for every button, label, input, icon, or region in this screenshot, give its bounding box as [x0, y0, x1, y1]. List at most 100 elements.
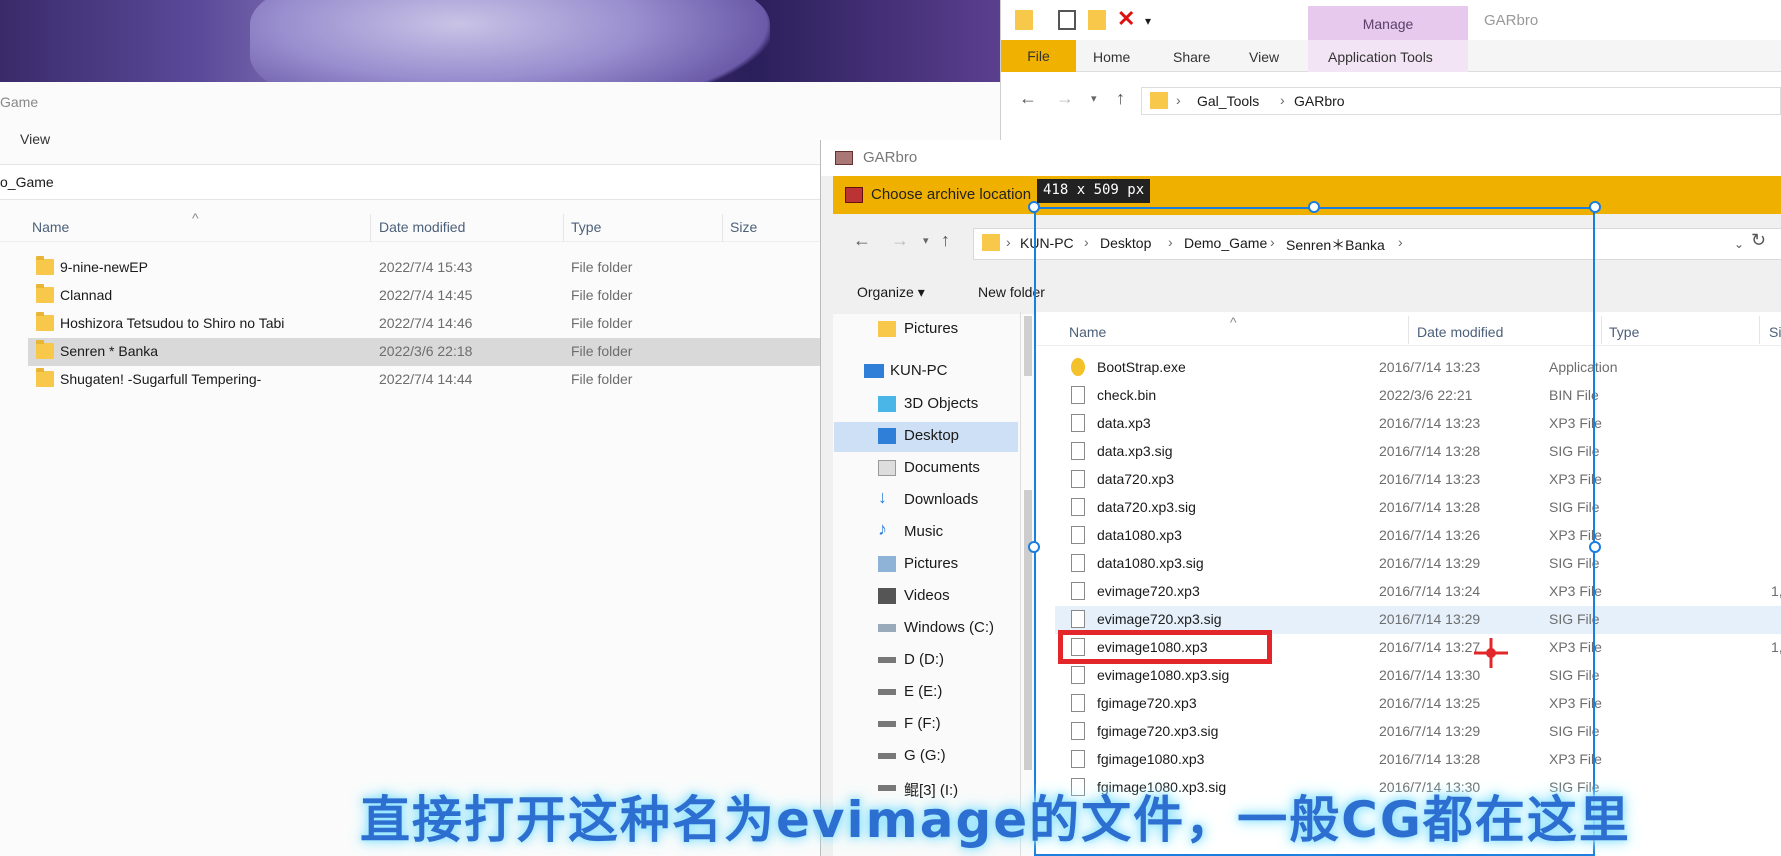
organize-button[interactable]: Organize ▾ [857, 284, 925, 301]
col-type[interactable]: Type [1609, 324, 1639, 340]
up-icon[interactable]: ↑ [941, 230, 950, 251]
breadcrumb-item[interactable]: Gal_Tools [1197, 93, 1259, 109]
sort-arrow-icon: ^ [192, 210, 199, 226]
address-dropdown-icon[interactable]: ⌄ [1734, 237, 1744, 251]
nav-label: 3D Objects [904, 395, 979, 412]
folder-icon [36, 312, 54, 331]
garbro-app-icon [835, 151, 853, 165]
back-icon[interactable]: ← [853, 230, 871, 251]
properties-icon[interactable] [1058, 10, 1076, 30]
folder-date: 2022/7/4 14:46 [379, 315, 473, 331]
forward-icon[interactable]: → [1056, 88, 1074, 109]
col-size[interactable]: Si [1769, 324, 1781, 340]
nav-label: G (G:) [904, 747, 946, 764]
breadcrumb-item[interactable]: GARbro [1294, 93, 1345, 109]
folder-type: File folder [571, 259, 633, 275]
folder-icon [36, 284, 54, 303]
recent-dropdown-icon[interactable]: ▾ [923, 234, 929, 247]
col-type[interactable]: Type [571, 219, 601, 235]
new-folder-icon[interactable] [1088, 10, 1106, 30]
window-title: Game [0, 94, 39, 110]
music-icon: ♪ [878, 519, 887, 539]
chevron-right-icon: › [1176, 92, 1181, 108]
address-text: o_Game [0, 174, 54, 190]
address-bar[interactable]: › Gal_Tools › GARbro [1141, 87, 1781, 115]
folder-icon [982, 234, 1000, 251]
video-caption: 直接打开这种名为evimage的文件，一般CG都在这里 [360, 791, 1631, 849]
nav-label: Documents [904, 459, 980, 476]
nav-label: KUN-PC [890, 362, 948, 379]
3d-objects-icon [878, 396, 896, 412]
chevron-right-icon: › [1006, 234, 1011, 250]
garbro-title: GARbro [863, 149, 918, 166]
tab-file[interactable]: File [1001, 40, 1076, 72]
folder-icon [36, 340, 54, 359]
nav-label: E (E:) [904, 683, 943, 700]
screenshot-selection-box[interactable] [1034, 207, 1595, 856]
tab-application-tools[interactable]: Application Tools [1328, 49, 1433, 65]
folder-icon [1150, 92, 1168, 109]
folder-name: Shugaten! -Sugarfull Tempering- [60, 371, 262, 387]
file-size: 1, [1771, 583, 1781, 599]
garbro-titlebar: GARbro [821, 140, 1781, 176]
recent-dropdown-icon[interactable]: ▾ [1091, 92, 1097, 105]
nav-label: Windows (C:) [904, 619, 995, 636]
selection-dimensions: 418 x 509 px [1037, 179, 1151, 203]
crosshair-cursor-icon [1474, 638, 1508, 668]
dialog-app-icon [845, 187, 863, 203]
computer-icon [864, 364, 884, 378]
refresh-icon[interactable]: ↻ [1751, 230, 1766, 251]
col-date[interactable]: Date modified [379, 219, 465, 235]
nav-label: Music [904, 523, 944, 540]
col-size[interactable]: Size [730, 219, 757, 235]
delete-icon[interactable]: ✕ [1117, 6, 1135, 31]
resize-handle[interactable] [1308, 201, 1320, 213]
col-name[interactable]: Name [32, 219, 69, 235]
folder-date: 2022/3/6 22:18 [379, 343, 473, 359]
tab-share[interactable]: Share [1173, 49, 1210, 65]
nav-label: Pictures [904, 555, 959, 572]
resize-handle[interactable] [1589, 201, 1601, 213]
col-divider[interactable] [563, 214, 564, 242]
dialog-title: Choose archive location [871, 186, 1032, 203]
forward-icon[interactable]: → [891, 230, 909, 251]
folder-date: 2022/7/4 15:43 [379, 259, 473, 275]
file-size: 1, [1771, 639, 1781, 655]
folder-name: Clannad [60, 287, 113, 303]
qat-dropdown-icon[interactable]: ▾ [1145, 14, 1163, 34]
drive-icon [878, 689, 896, 695]
desktop-icon [878, 428, 896, 444]
drive-icon [878, 753, 896, 759]
folder-name: 9-nine-newEP [60, 259, 148, 275]
up-icon[interactable]: ↑ [1116, 88, 1125, 109]
resize-handle[interactable] [1028, 541, 1040, 553]
desktop-wallpaper [0, 0, 1000, 82]
highlight-rectangle [1058, 630, 1272, 664]
manage-tab[interactable]: Manage [1308, 6, 1468, 40]
drive-icon [878, 657, 896, 663]
documents-icon [878, 460, 896, 476]
col-divider[interactable] [1601, 316, 1602, 344]
organize-label: Organize [857, 284, 914, 300]
folder-date: 2022/7/4 14:44 [379, 371, 473, 387]
back-icon[interactable]: ← [1019, 88, 1037, 109]
explorer-window-garbro-folder: ✕ ▾ Manage GARbro File Home Share View A… [1000, 0, 1781, 140]
col-divider[interactable] [1759, 316, 1760, 344]
folder-type: File folder [571, 315, 633, 331]
pictures-icon [878, 556, 896, 572]
drive-icon [878, 721, 896, 727]
col-divider[interactable] [370, 214, 371, 242]
nav-label: D (D:) [904, 651, 944, 668]
resize-handle[interactable] [1589, 541, 1601, 553]
folder-icon [878, 321, 896, 337]
nav-label: Pictures [904, 320, 959, 337]
folder-icon [36, 368, 54, 387]
nav-label: F (F:) [904, 715, 941, 732]
folder-name: Hoshizora Tetsudou to Shiro no Tabi [60, 315, 285, 331]
menu-view[interactable]: View [20, 131, 50, 147]
tab-view[interactable]: View [1249, 49, 1279, 65]
tab-home[interactable]: Home [1093, 49, 1130, 65]
col-divider[interactable] [722, 214, 723, 242]
folder-icon[interactable] [1015, 10, 1033, 30]
chevron-right-icon: › [1280, 92, 1285, 108]
